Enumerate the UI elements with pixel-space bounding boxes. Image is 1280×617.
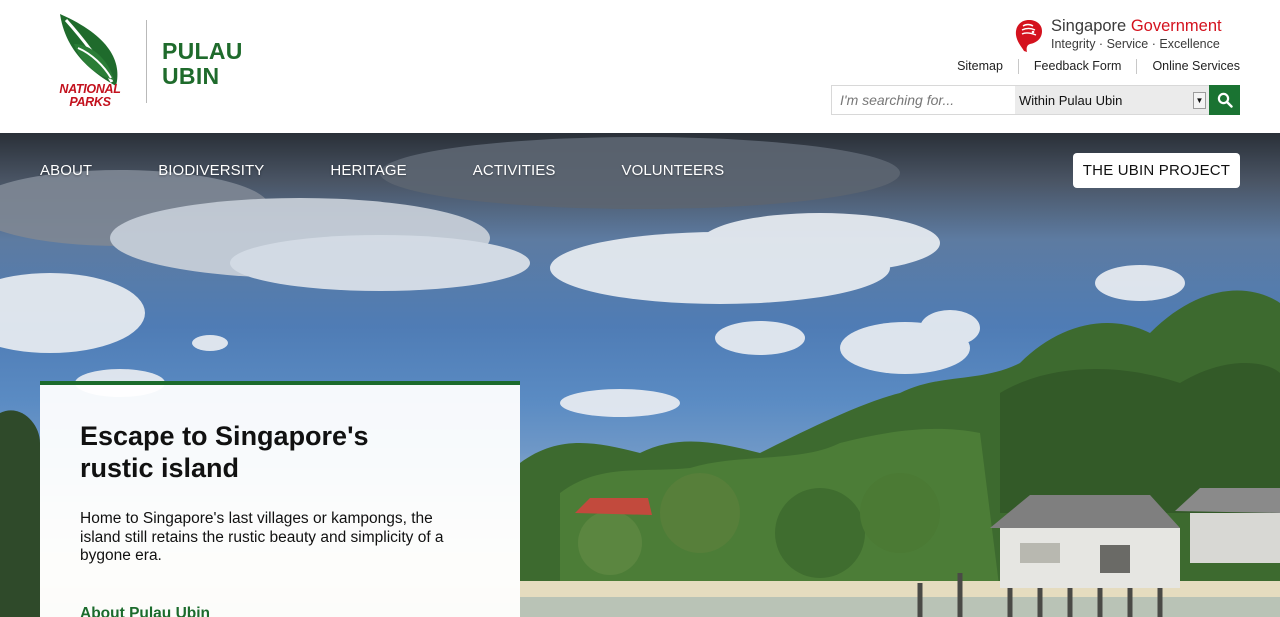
government-title-main: Singapore [1051, 17, 1131, 35]
logo-divider [146, 20, 147, 103]
national-parks-wordmark: NATIONAL PARKS [48, 83, 132, 108]
leaf-icon [60, 14, 118, 86]
government-title: Singapore Government [1051, 16, 1222, 36]
ubin-project-button[interactable]: THE UBIN PROJECT [1073, 153, 1240, 188]
nav-item-volunteers[interactable]: VOLUNTEERS [621, 162, 724, 179]
agency-name-line2: PARKS [69, 94, 111, 109]
intro-card: Escape to Singapore's rustic island Home… [40, 381, 520, 617]
hero-description: Home to Singapore's last villages or kam… [80, 510, 444, 564]
nav-item-heritage[interactable]: HERITAGE [330, 162, 406, 179]
singapore-government-brand[interactable]: Singapore Government Integrity · Service… [1014, 16, 1240, 56]
hero-banner: ABOUT BIODIVERSITY HERITAGE ACTIVITIES V… [0, 133, 1280, 617]
site-name-line1: PULAU [162, 38, 243, 64]
chevron-down-icon[interactable]: ▼ [1193, 92, 1206, 109]
agency-name-line1: NATIONAL [59, 82, 121, 96]
search-button[interactable] [1209, 85, 1240, 115]
lion-head-icon [1015, 20, 1042, 52]
nav-item-biodiversity[interactable]: BIODIVERSITY [158, 162, 264, 179]
search-scope-value: Within Pulau Ubin [1019, 93, 1123, 108]
national-parks-logo[interactable]: NATIONAL PARKS [48, 10, 132, 114]
sitemap-link[interactable]: Sitemap [957, 59, 1018, 74]
online-services-link[interactable]: Online Services [1136, 59, 1240, 74]
main-nav: ABOUT BIODIVERSITY HERITAGE ACTIVITIES V… [40, 162, 724, 179]
nav-item-activities[interactable]: ACTIVITIES [473, 162, 556, 179]
hero-title: Escape to Singapore's rustic island [80, 421, 369, 483]
government-tagline: Integrity · Service · Excellence [1051, 37, 1220, 51]
government-title-accent: Government [1130, 17, 1222, 35]
search-scope-select[interactable]: Within Pulau Ubin ▼ [1015, 85, 1209, 115]
nav-item-about[interactable]: ABOUT [40, 162, 92, 179]
site-name[interactable]: PULAU UBIN [162, 39, 243, 89]
search-input[interactable] [831, 85, 1015, 115]
search-icon [1217, 92, 1233, 108]
about-pulau-ubin-link[interactable]: About Pulau Ubin [80, 605, 210, 617]
feedback-form-link[interactable]: Feedback Form [1017, 59, 1137, 74]
utility-links: Sitemap Feedback Form Online Services [957, 59, 1240, 74]
site-name-line2: UBIN [162, 63, 220, 89]
site-header: NATIONAL PARKS PULAU UBIN Singapore Gove… [0, 0, 1280, 133]
search-bar: Within Pulau Ubin ▼ [831, 85, 1240, 115]
